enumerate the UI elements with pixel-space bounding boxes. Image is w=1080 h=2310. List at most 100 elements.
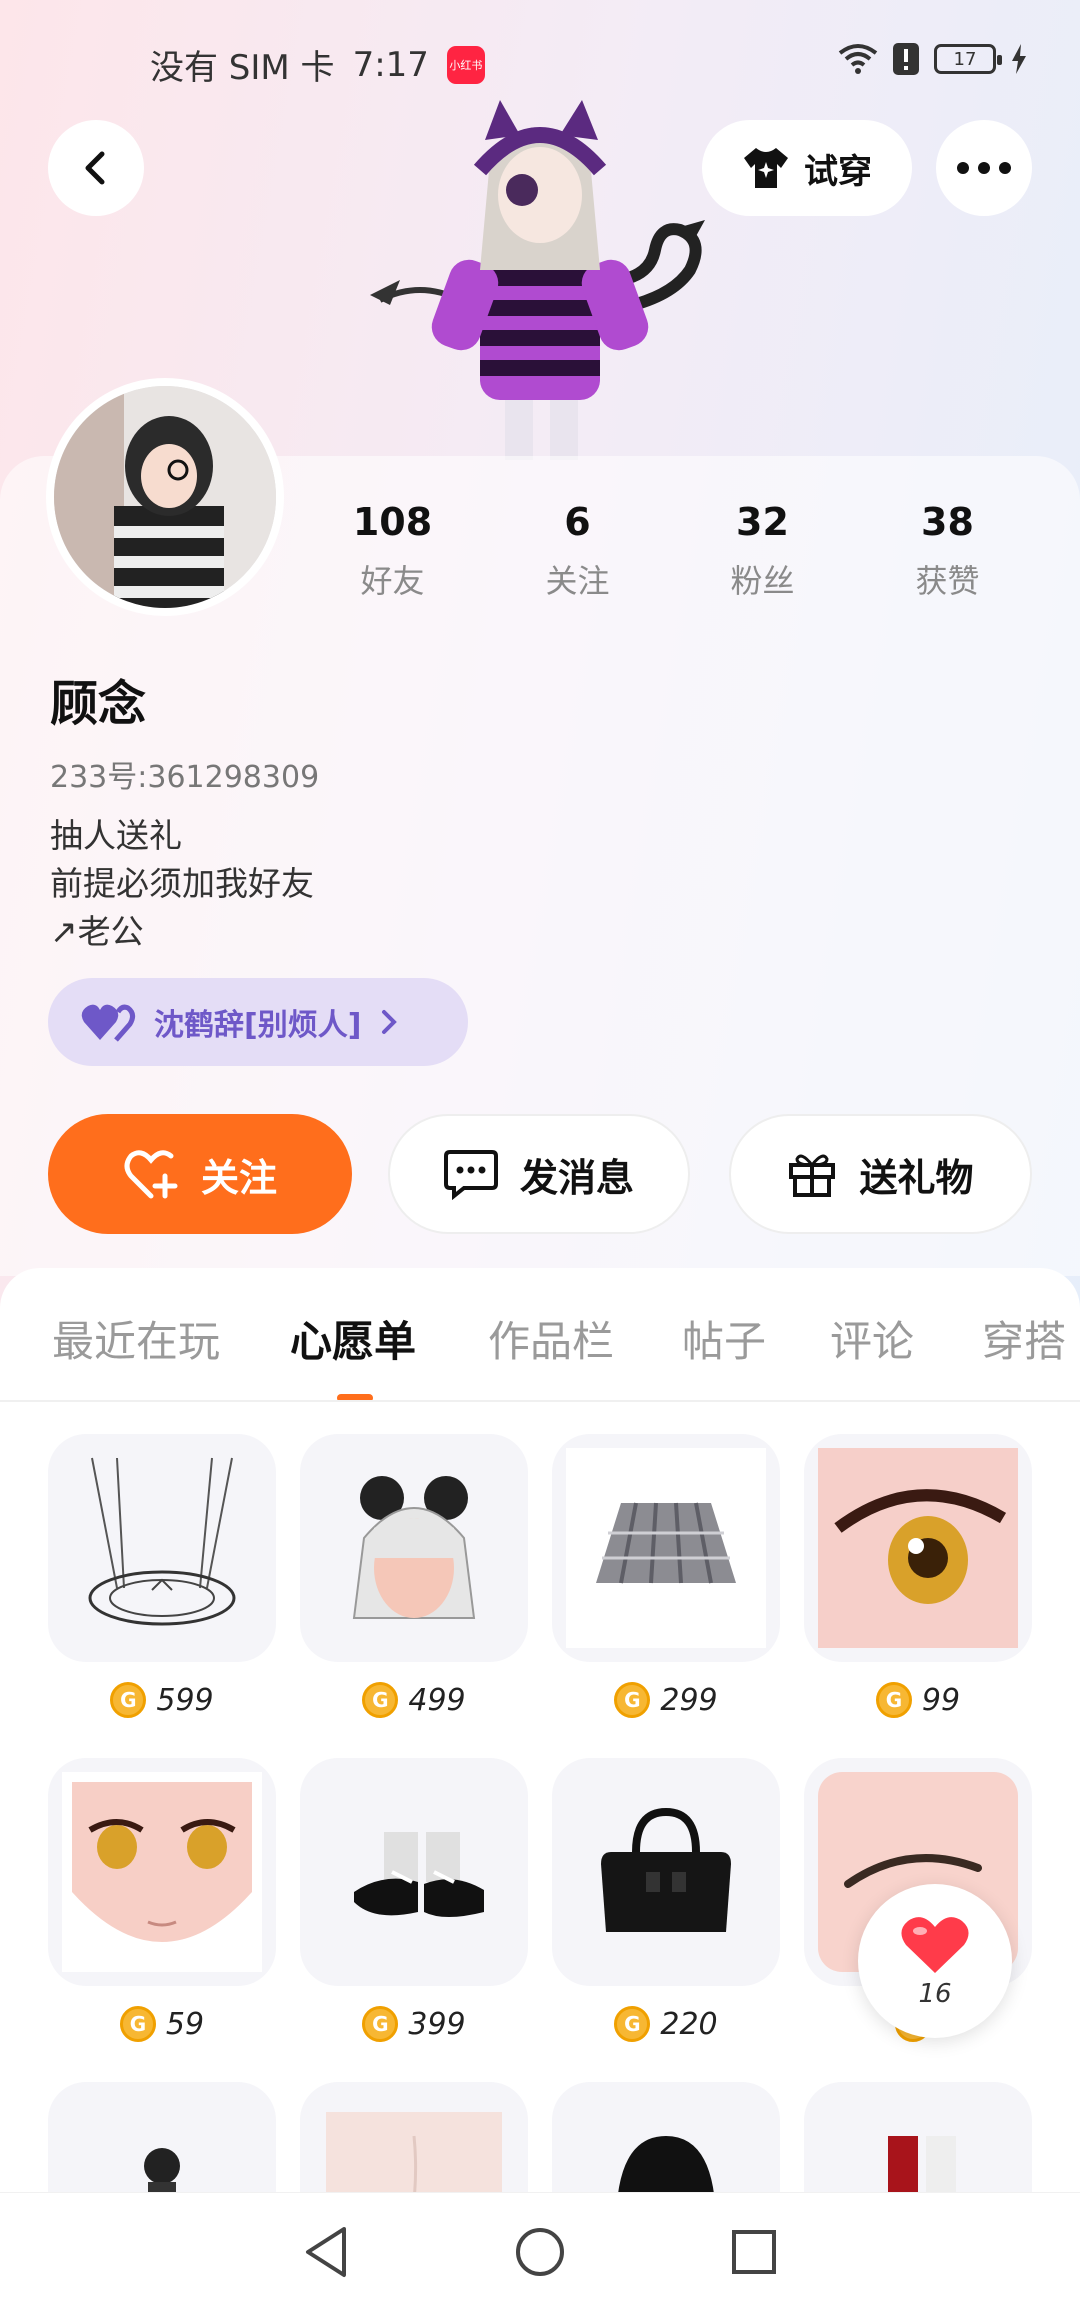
status-right: 17 — [838, 42, 1028, 76]
message-label: 发消息 — [519, 1155, 634, 1200]
avatar[interactable] — [46, 378, 284, 616]
item-image-shoes — [300, 1758, 528, 1986]
status-left: 没有 SIM 卡 7:17 小红书 — [150, 40, 485, 89]
item-image-hair — [300, 1434, 528, 1662]
back-triangle-icon[interactable] — [302, 2225, 350, 2279]
stat-label: 获赞 — [915, 562, 980, 600]
heart-icon — [901, 1917, 969, 1973]
wishlist-item[interactable]: G 499 — [300, 1434, 528, 1718]
bio-line: ↗老公 — [50, 912, 144, 951]
item-image-pendant — [48, 1434, 276, 1662]
stat-followers[interactable]: 32 粉丝 — [688, 500, 838, 602]
price-value: 59 — [165, 2006, 205, 2042]
tab-comments[interactable]: 评论 — [830, 1308, 914, 1369]
item-image-bag — [552, 1758, 780, 1986]
stat-value: 38 — [921, 500, 974, 544]
stat-value: 6 — [564, 500, 591, 544]
character-figure — [370, 100, 705, 460]
item-price: G 299 — [552, 1682, 780, 1718]
tab-recently-played[interactable]: 最近在玩 — [52, 1308, 220, 1369]
clock: 7:17 — [352, 44, 429, 85]
price-value: 99 — [921, 1682, 961, 1718]
wishlist-item[interactable]: G 220 — [552, 1758, 780, 2042]
tab-works[interactable]: 作品栏 — [488, 1308, 614, 1369]
gift-label: 送礼物 — [859, 1155, 974, 1200]
item-price: G 220 — [552, 2006, 780, 2042]
tab-indicator — [337, 1394, 373, 1400]
stat-value: 108 — [352, 500, 433, 544]
wishlist-item[interactable]: G 99 — [804, 1434, 1032, 1718]
more-options-button[interactable] — [936, 120, 1032, 216]
wishlist-item[interactable]: G 59 — [48, 1758, 276, 2042]
cp-relationship-tag[interactable]: 沈鹤辞[别烦人] — [48, 978, 468, 1066]
coin-icon: G — [614, 2006, 651, 2042]
send-gift-button[interactable]: 送礼物 — [729, 1114, 1032, 1234]
back-button[interactable] — [48, 120, 144, 216]
like-count: 16 — [918, 1979, 952, 2009]
bio-line: 抽人送礼 — [50, 816, 182, 855]
wishlist-item[interactable]: G 399 — [300, 1758, 528, 2042]
price-value: 599 — [156, 1682, 214, 1718]
avatar-image — [54, 386, 276, 608]
bio-line: 前提必须加我好友 — [50, 864, 314, 903]
battery-level: 17 — [953, 48, 977, 70]
content-panel: 最近在玩 心愿单 作品栏 帖子 评论 穿搭 G 599 G 499 G 299 … — [0, 1268, 1080, 2310]
price-value: 220 — [660, 2006, 718, 2042]
chevron-right-icon — [382, 1010, 398, 1034]
stat-label: 关注 — [545, 562, 610, 600]
system-nav-bar — [0, 2192, 1080, 2310]
tab-bar: 最近在玩 心愿单 作品栏 帖子 评论 穿搭 — [0, 1268, 1080, 1402]
coin-icon: G — [119, 2006, 156, 2042]
tshirt-icon — [744, 148, 788, 188]
message-button[interactable]: 发消息 — [388, 1114, 690, 1234]
item-price: G 99 — [804, 1682, 1032, 1718]
coin-icon: G — [362, 1682, 399, 1718]
xiaohongshu-app-icon: 小红书 — [446, 45, 485, 84]
price-value: 299 — [660, 1682, 718, 1718]
gift-icon — [789, 1154, 836, 1197]
profile-stats: 108 好友 6 关注 32 粉丝 38 获赞 — [300, 500, 1040, 602]
tab-posts[interactable]: 帖子 — [682, 1308, 766, 1369]
wifi-icon — [838, 44, 878, 74]
user-id[interactable]: 233号:361298309 — [50, 752, 319, 796]
stat-label: 粉丝 — [730, 562, 795, 600]
heart-plus-icon — [124, 1150, 178, 1199]
tab-outfits[interactable]: 穿搭 — [982, 1308, 1066, 1369]
price-value: 399 — [408, 2006, 466, 2042]
bio: 抽人送礼 前提必须加我好友 ↗老公 — [50, 812, 314, 956]
chat-bubble-icon — [443, 1150, 498, 1200]
carrier-text: 没有 SIM 卡 — [150, 48, 335, 88]
item-image-eye — [804, 1434, 1032, 1662]
stat-label: 好友 — [360, 562, 425, 600]
battery-icon: 17 — [934, 44, 1002, 74]
username: 顾念 — [50, 676, 147, 732]
double-heart-icon — [81, 1004, 136, 1042]
item-price: G 399 — [300, 2006, 528, 2042]
follow-button[interactable]: 关注 — [48, 1114, 352, 1234]
stat-friends[interactable]: 108 好友 — [318, 500, 468, 602]
wishlist-item[interactable]: G 599 — [48, 1434, 276, 1718]
item-price: G 499 — [300, 1682, 528, 1718]
charging-icon — [1012, 44, 1026, 74]
tab-wishlist[interactable]: 心愿单 — [290, 1308, 416, 1369]
stat-likes[interactable]: 38 获赞 — [873, 500, 1023, 602]
price-value: 499 — [408, 1682, 466, 1718]
try-on-button[interactable]: 试穿 — [702, 120, 912, 216]
more-icon — [957, 162, 1011, 174]
try-on-label: 试穿 — [804, 151, 872, 192]
item-price: G 599 — [48, 1682, 276, 1718]
coin-icon: G — [362, 2006, 399, 2042]
item-price: G 59 — [48, 2006, 276, 2042]
like-button[interactable]: 16 — [858, 1884, 1012, 2038]
alert-icon — [893, 43, 919, 75]
coin-icon: G — [875, 1682, 912, 1718]
item-image-skirt — [552, 1434, 780, 1662]
wishlist-item[interactable]: G 299 — [552, 1434, 780, 1718]
coin-icon: G — [614, 1682, 651, 1718]
recents-square-icon[interactable] — [730, 2228, 778, 2276]
item-image-face — [48, 1758, 276, 1986]
stat-value: 32 — [736, 500, 789, 544]
cp-tag-label: 沈鹤辞[别烦人] — [154, 1008, 362, 1043]
home-circle-icon[interactable] — [514, 2226, 566, 2278]
stat-following[interactable]: 6 关注 — [503, 500, 653, 602]
